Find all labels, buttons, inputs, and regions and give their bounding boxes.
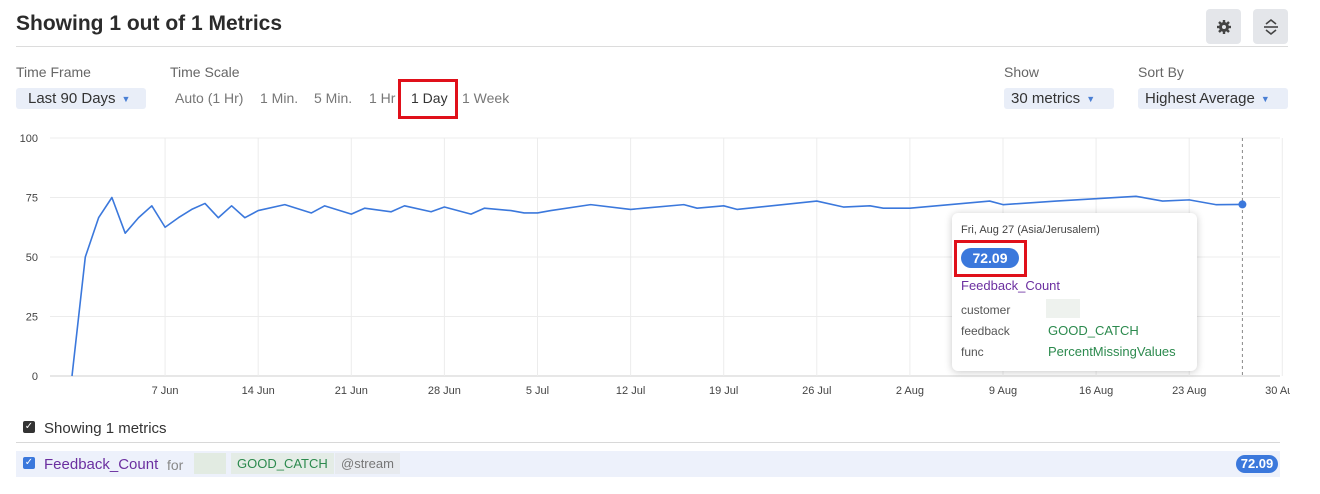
highlight-box-time-scale <box>398 79 458 119</box>
chart-tooltip: Fri, Aug 27 (Asia/Jerusalem) 72.09 Feedb… <box>952 213 1197 371</box>
time-frame-label: Time Frame <box>16 64 91 80</box>
time-scale-1hr[interactable]: 1 Hr <box>369 90 395 106</box>
row-value-badge: 72.09 <box>1236 455 1278 473</box>
x-tick-label: 19 Jul <box>709 385 738 397</box>
select-all-checkbox[interactable]: ✓ <box>23 421 35 433</box>
highlight-box-tooltip-value <box>954 240 1027 277</box>
metrics-list-header: Showing 1 metrics <box>44 420 167 437</box>
tooltip-customer-value <box>1046 299 1080 318</box>
sort-by-label: Sort By <box>1138 64 1184 80</box>
header-divider <box>16 46 1288 47</box>
caret-down-icon: ▼ <box>1086 93 1096 104</box>
row-customer-tag <box>194 453 226 474</box>
x-tick-label: 23 Aug <box>1172 385 1206 397</box>
tooltip-feedback-value: GOOD_CATCH <box>1048 323 1139 338</box>
x-tick-label: 9 Aug <box>989 385 1017 397</box>
y-tick-label: 50 <box>26 252 38 264</box>
row-checkbox[interactable]: ✓ <box>23 457 35 469</box>
settings-button[interactable] <box>1206 9 1241 44</box>
expand-collapse-button[interactable] <box>1253 9 1288 44</box>
time-scale-label: Time Scale <box>170 64 240 80</box>
gear-icon <box>1216 19 1231 34</box>
y-tick-label: 100 <box>20 133 38 145</box>
tooltip-metric-name: Feedback_Count <box>961 278 1061 293</box>
time-frame-value: Last 90 Days <box>28 90 116 107</box>
x-tick-label: 21 Jun <box>335 385 368 397</box>
row-for-label: for <box>167 457 184 473</box>
x-tick-label: 2 Aug <box>896 385 924 397</box>
row-tag-stream: @stream <box>335 453 400 474</box>
row-metric-name[interactable]: Feedback_Count <box>44 456 158 473</box>
show-label: Show <box>1004 64 1040 80</box>
show-value: 30 metrics <box>1011 90 1081 107</box>
y-tick-label: 0 <box>32 371 38 383</box>
list-divider <box>16 442 1280 443</box>
x-tick-label: 12 Jul <box>616 385 645 397</box>
y-tick-label: 25 <box>26 312 38 324</box>
time-scale-5min[interactable]: 5 Min. <box>314 90 352 106</box>
time-frame-dropdown[interactable]: Last 90 Days ▼ <box>16 88 146 109</box>
caret-down-icon: ▼ <box>1260 93 1270 104</box>
show-dropdown[interactable]: 30 metrics ▼ <box>1004 88 1114 109</box>
tooltip-key-customer: customer <box>961 303 1011 317</box>
x-tick-label: 28 Jun <box>428 385 461 397</box>
sort-by-dropdown[interactable]: Highest Average ▼ <box>1138 88 1288 109</box>
tooltip-func-value: PercentMissingValues <box>1048 344 1176 359</box>
x-tick-label: 7 Jun <box>152 385 179 397</box>
y-tick-label: 75 <box>26 193 38 205</box>
row-tag-feedback: GOOD_CATCH <box>231 453 334 474</box>
x-tick-label: 5 Jul <box>526 385 549 397</box>
x-tick-label: 14 Jun <box>242 385 275 397</box>
time-scale-1min[interactable]: 1 Min. <box>260 90 298 106</box>
tooltip-date: Fri, Aug 27 (Asia/Jerusalem) <box>961 224 1100 236</box>
time-scale-auto[interactable]: Auto (1 Hr) <box>175 90 243 106</box>
tooltip-key-func: func <box>961 345 984 359</box>
sort-by-value: Highest Average <box>1145 90 1255 107</box>
hover-point <box>1238 200 1247 209</box>
time-scale-1week[interactable]: 1 Week <box>462 90 509 106</box>
x-tick-label: 30 Aug <box>1265 385 1290 397</box>
x-tick-label: 26 Jul <box>802 385 831 397</box>
page-title: Showing 1 out of 1 Metrics <box>16 12 283 35</box>
x-tick-label: 16 Aug <box>1079 385 1113 397</box>
tooltip-key-feedback: feedback <box>961 324 1010 338</box>
expand-collapse-icon <box>1263 18 1278 35</box>
caret-down-icon: ▼ <box>121 93 131 104</box>
